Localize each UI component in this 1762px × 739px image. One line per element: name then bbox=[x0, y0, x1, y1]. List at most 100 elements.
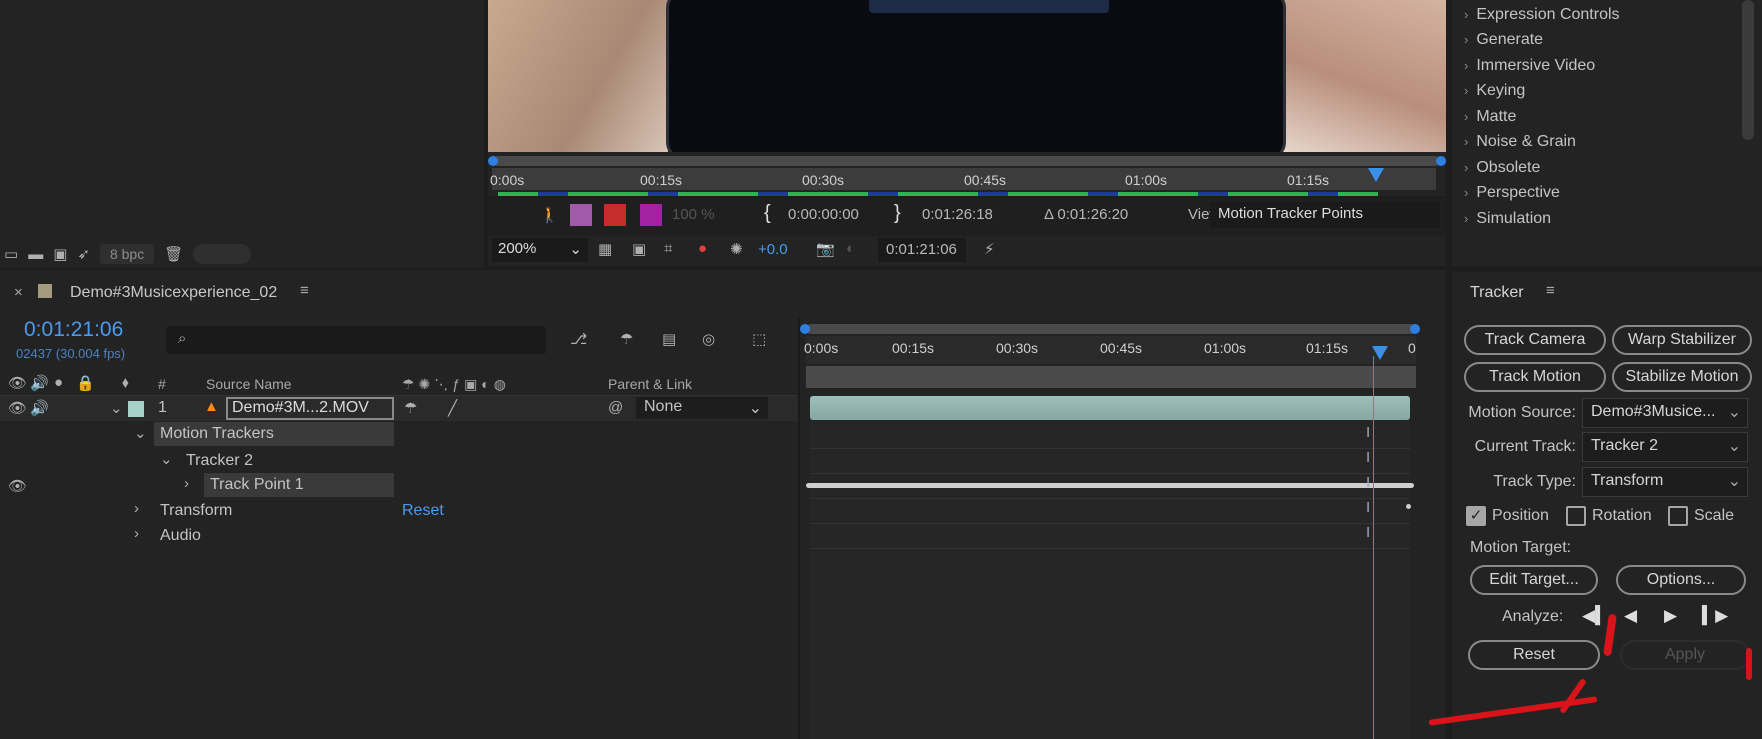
lock-icon[interactable]: 🔒 bbox=[76, 374, 95, 392]
keyframe-icon[interactable]: I bbox=[1366, 524, 1370, 541]
effect-category[interactable]: › Generate bbox=[1464, 31, 1543, 49]
graph-editor-icon[interactable]: ⬚ bbox=[752, 330, 766, 348]
effect-category[interactable]: › Perspective bbox=[1464, 184, 1560, 202]
keyframe-icon[interactable]: I bbox=[1366, 424, 1370, 441]
snapshot-icon[interactable]: 📷 bbox=[816, 240, 835, 258]
chevron-down-icon[interactable]: ⌄ bbox=[134, 424, 147, 442]
new-folder-icon[interactable]: ▬ bbox=[28, 246, 43, 263]
bit-depth-button[interactable]: 8 bpc bbox=[99, 244, 155, 264]
keyframe-icon[interactable]: I bbox=[1366, 449, 1370, 466]
close-icon[interactable]: × bbox=[14, 284, 23, 301]
effect-category[interactable]: › Matte bbox=[1464, 108, 1516, 126]
scale-checkbox[interactable] bbox=[1668, 506, 1688, 526]
audio-label[interactable]: Audio bbox=[160, 527, 201, 545]
trash-icon[interactable]: 🗑 bbox=[164, 245, 183, 263]
viewer-current-time[interactable]: 0:01:21:06 bbox=[878, 238, 966, 262]
track-motion-button[interactable]: Track Motion bbox=[1464, 362, 1606, 392]
safe-margins-icon[interactable]: ▣ bbox=[632, 240, 646, 258]
label-icon[interactable]: ⬧ bbox=[122, 374, 129, 391]
layer-duration-bar[interactable] bbox=[810, 396, 1410, 420]
analyze-forward-icon[interactable]: ▶ bbox=[1664, 606, 1677, 626]
channel-icon[interactable]: ● bbox=[698, 240, 707, 257]
show-snapshot-icon[interactable]: ◐ bbox=[846, 240, 855, 257]
keyframe-icon[interactable]: I bbox=[1366, 474, 1370, 491]
frame-blending-icon[interactable]: ▤ bbox=[662, 330, 676, 348]
eye-icon[interactable]: 👁 bbox=[8, 399, 27, 417]
transform-reset-link[interactable]: Reset bbox=[402, 502, 444, 520]
rotation-label[interactable]: Rotation bbox=[1592, 507, 1652, 525]
audio-icon[interactable]: 🔊 bbox=[30, 374, 49, 392]
work-area-bar[interactable] bbox=[492, 156, 1440, 166]
position-checkbox[interactable]: ✓ bbox=[1466, 506, 1486, 526]
view-dropdown[interactable]: Motion Tracker Points bbox=[1210, 202, 1440, 228]
motion-trackers-label[interactable]: Motion Trackers bbox=[154, 422, 394, 446]
playhead-icon[interactable] bbox=[1372, 346, 1388, 360]
panel-menu-icon[interactable]: ≡ bbox=[1546, 282, 1555, 299]
scroll-thumb[interactable] bbox=[193, 244, 252, 264]
panel-menu-icon[interactable]: ≡ bbox=[300, 282, 309, 299]
shy-switch-icon[interactable]: ☂ bbox=[404, 399, 417, 417]
in-point-bracket-icon[interactable]: { bbox=[764, 202, 771, 225]
scrollbar[interactable] bbox=[1742, 0, 1754, 140]
effect-category[interactable]: › Noise & Grain bbox=[1464, 133, 1576, 151]
effect-category[interactable]: › Obsolete bbox=[1464, 159, 1540, 177]
timeline-current-time[interactable]: 0:01:21:06 bbox=[24, 318, 123, 342]
property-row[interactable]: ⌄ Tracker 2 bbox=[0, 448, 800, 473]
analyze-back-frame-icon[interactable]: ◀▍ bbox=[1582, 606, 1608, 626]
comp-tab-title[interactable]: Demo#3Musicexperience_02 bbox=[70, 284, 277, 302]
transparency-grid-icon[interactable]: ▦ bbox=[598, 240, 612, 258]
composition-flowchart-icon[interactable]: ⎇ bbox=[570, 330, 587, 348]
motion-blur-icon[interactable]: ◎ bbox=[702, 330, 715, 348]
new-composition-icon[interactable]: ▣ bbox=[53, 245, 67, 263]
color-swatch[interactable] bbox=[640, 204, 662, 226]
property-row[interactable]: › Transform Reset bbox=[0, 498, 800, 523]
grid-icon[interactable]: ⌗ bbox=[664, 240, 672, 257]
track-point-label[interactable]: Track Point 1 bbox=[204, 473, 394, 497]
transform-label[interactable]: Transform bbox=[160, 502, 232, 520]
fast-preview-icon[interactable]: ⚡ bbox=[984, 240, 995, 258]
layer-name[interactable]: Demo#3M...2.MOV bbox=[226, 397, 394, 420]
track-camera-button[interactable]: Track Camera bbox=[1464, 325, 1606, 355]
solo-header-icon[interactable]: ● bbox=[54, 374, 63, 391]
chevron-right-icon[interactable]: › bbox=[134, 500, 139, 517]
keyframe-icon[interactable]: I bbox=[1366, 499, 1370, 516]
chevron-right-icon[interactable]: › bbox=[134, 525, 139, 542]
walking-man-icon[interactable]: 🚶 bbox=[540, 206, 559, 224]
chevron-down-icon[interactable]: ⌄ bbox=[110, 399, 123, 417]
analyze-backward-icon[interactable]: ◀ bbox=[1624, 606, 1637, 626]
eye-icon[interactable]: 👁 bbox=[8, 374, 27, 392]
chevron-down-icon[interactable]: ⌄ bbox=[160, 450, 173, 468]
work-area-bar[interactable] bbox=[806, 366, 1416, 388]
magnification-dropdown[interactable]: 200% ⌄ bbox=[492, 238, 588, 262]
eye-icon[interactable]: 👁 bbox=[8, 477, 27, 495]
edit-target-button[interactable]: Edit Target... bbox=[1470, 565, 1598, 595]
analyze-forward-frame-icon[interactable]: ▍▶ bbox=[1702, 606, 1728, 626]
reset-button[interactable]: Reset bbox=[1468, 640, 1600, 670]
work-area-end-handle[interactable] bbox=[1410, 324, 1420, 334]
work-area-end-handle[interactable] bbox=[1436, 156, 1446, 166]
scale-label[interactable]: Scale bbox=[1694, 507, 1734, 525]
current-track-dropdown[interactable]: Tracker 2 ⌄ bbox=[1582, 432, 1748, 462]
chevron-right-icon[interactable]: › bbox=[184, 475, 189, 492]
layer-row[interactable]: 👁 🔊 ⌄ 1 ▲ Demo#3M...2.MOV ☂ ╱ @ None ⌄ bbox=[0, 396, 800, 421]
track-type-dropdown[interactable]: Transform ⌄ bbox=[1582, 467, 1748, 497]
work-area-bar[interactable] bbox=[806, 324, 1416, 334]
effect-category[interactable]: › Simulation bbox=[1464, 210, 1551, 228]
playhead-icon[interactable] bbox=[1368, 168, 1384, 182]
composition-viewer[interactable] bbox=[488, 0, 1446, 152]
rotation-checkbox[interactable] bbox=[1566, 506, 1586, 526]
apply-button[interactable]: Apply bbox=[1620, 640, 1750, 670]
work-area-start-handle[interactable] bbox=[800, 324, 810, 334]
work-area-start-handle[interactable] bbox=[488, 156, 498, 166]
render-queue-icon[interactable]: ➶ bbox=[77, 245, 90, 263]
property-row[interactable]: 👁 › Track Point 1 bbox=[0, 473, 800, 498]
effect-category[interactable]: › Keying bbox=[1464, 82, 1525, 100]
property-row[interactable]: ⌄ Motion Trackers bbox=[0, 422, 800, 447]
track-point-keyframes[interactable] bbox=[806, 483, 1414, 488]
parent-dropdown[interactable]: None ⌄ bbox=[636, 397, 768, 419]
effect-category[interactable]: › Immersive Video bbox=[1464, 57, 1595, 75]
tracker-label[interactable]: Tracker 2 bbox=[186, 452, 253, 470]
keyframe-dot[interactable] bbox=[1406, 504, 1411, 509]
solo-icon[interactable] bbox=[604, 204, 626, 226]
pickwhip-icon[interactable]: @ bbox=[608, 399, 623, 416]
